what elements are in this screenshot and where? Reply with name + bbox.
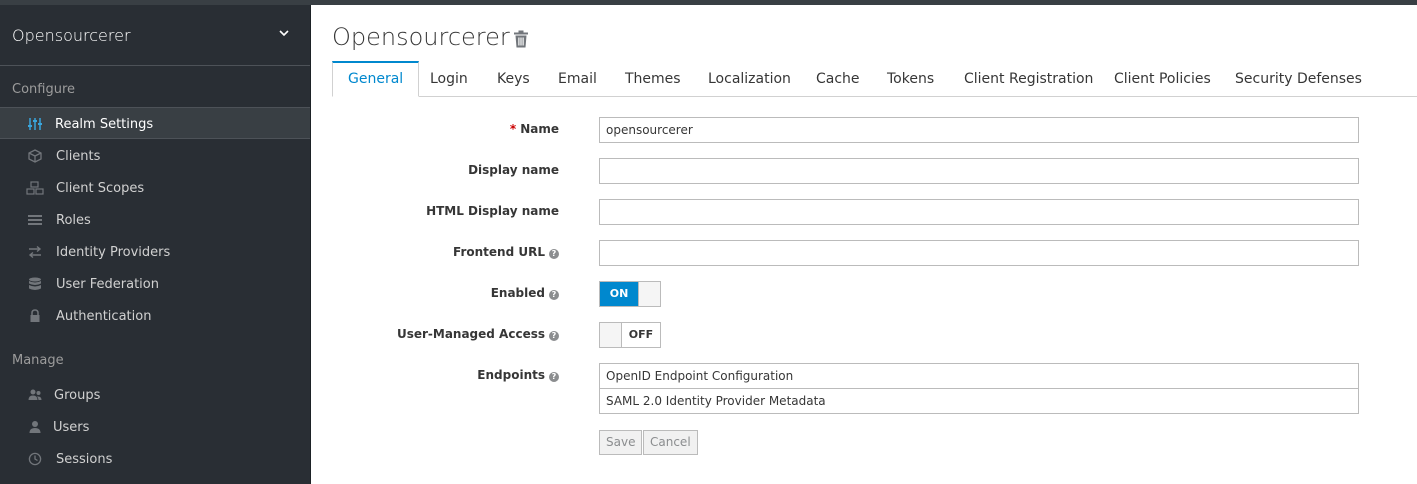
realm-tabs: General Login Keys Email Themes Localiza… [332,61,1417,97]
enabled-label: Enabled? [289,286,559,300]
tab-security-defenses[interactable]: Security Defenses [1220,61,1377,97]
help-icon[interactable]: ? [549,331,559,341]
toggle-off-label: OFF [622,323,660,347]
save-button[interactable]: Save [599,430,643,455]
sidebar-item-authentication[interactable]: Authentication [0,300,310,332]
section-manage-label: Manage [12,353,64,368]
user-managed-access-label: User-Managed Access? [289,327,559,341]
tab-tokens[interactable]: Tokens [872,61,949,97]
user-managed-access-toggle[interactable]: OFF [599,322,661,348]
tab-localization[interactable]: Localization [693,61,806,97]
saml-metadata-link[interactable]: SAML 2.0 Identity Provider Metadata [599,388,1359,414]
display-name-input[interactable] [599,158,1359,184]
tab-email[interactable]: Email [543,61,612,97]
tab-client-policies[interactable]: Client Policies [1099,61,1226,97]
section-configure-label: Configure [12,82,76,97]
lock-icon [30,309,40,322]
name-label-text: Name [520,122,559,136]
cubes-icon [26,181,44,195]
enabled-toggle[interactable]: ON [599,281,661,307]
toggle-knob [600,323,622,347]
sidebar-item-roles[interactable]: Roles [0,204,310,236]
sidebar-item-client-scopes[interactable]: Client Scopes [0,172,310,204]
sidebar-item-identity-providers[interactable]: Identity Providers [0,236,310,268]
sidebar-item-label: Roles [56,213,91,228]
sidebar-item-realm-settings[interactable]: Realm Settings [0,107,310,139]
help-icon[interactable]: ? [549,249,559,259]
database-icon [29,277,41,290]
required-mark: * [509,122,517,136]
trash-icon[interactable] [513,30,529,48]
page-title: Opensourcerer [332,23,510,51]
frontend-url-label: Frontend URL? [289,245,559,259]
endpoints-label-text: Endpoints [477,368,545,382]
openid-endpoint-link[interactable]: OpenID Endpoint Configuration [599,363,1359,389]
exchange-icon [28,245,42,259]
sidebar-item-label: Client Scopes [56,181,145,196]
cancel-button[interactable]: Cancel [643,430,698,455]
sidebar-item-label: Identity Providers [56,245,171,260]
help-icon[interactable]: ? [549,372,559,382]
html-display-name-label: HTML Display name [426,204,559,218]
realm-name: Opensourcerer [12,25,131,45]
name-label: * Name [289,122,559,136]
sliders-icon [28,118,42,130]
sidebar-item-label: Sessions [56,452,113,467]
frontend-url-label-text: Frontend URL [453,245,545,259]
sidebar-item-users[interactable]: Users [0,411,310,443]
tab-general[interactable]: General [332,61,420,97]
sidebar: Opensourcerer Configure Realm Settings C… [0,5,311,484]
user-managed-access-label-text: User-Managed Access [396,327,545,341]
endpoints-label: Endpoints? [289,368,559,382]
tab-cache[interactable]: Cache [801,61,875,97]
frontend-url-input[interactable] [599,240,1359,266]
clock-icon [28,452,42,466]
sidebar-item-label: User Federation [56,277,159,292]
user-icon [29,421,41,433]
tab-keys[interactable]: Keys [482,61,545,97]
html-display-name-input[interactable] [599,199,1359,225]
list-icon [28,215,42,225]
enabled-label-text: Enabled [490,286,545,300]
sidebar-item-user-federation[interactable]: User Federation [0,268,310,300]
sidebar-item-label: Realm Settings [55,117,154,132]
sidebar-item-label: Authentication [56,309,152,324]
chevron-down-icon [279,30,289,37]
tab-themes[interactable]: Themes [610,61,696,97]
sidebar-item-clients[interactable]: Clients [0,140,310,172]
name-input[interactable] [599,117,1359,143]
tab-login[interactable]: Login [415,61,483,97]
toggle-on-label: ON [600,282,638,306]
sidebar-item-sessions[interactable]: Sessions [0,443,310,475]
help-icon[interactable]: ? [549,290,559,300]
sidebar-item-label: Users [53,420,90,435]
sidebar-item-groups[interactable]: Groups [0,379,310,411]
cube-icon [28,149,42,163]
users-group-icon [28,389,42,400]
toggle-knob [638,282,660,306]
realm-selector[interactable]: Opensourcerer [0,5,310,66]
sidebar-item-label: Clients [56,149,101,164]
tab-client-registration[interactable]: Client Registration [949,61,1108,97]
sidebar-item-label: Groups [54,388,101,403]
display-name-label: Display name [468,163,559,177]
